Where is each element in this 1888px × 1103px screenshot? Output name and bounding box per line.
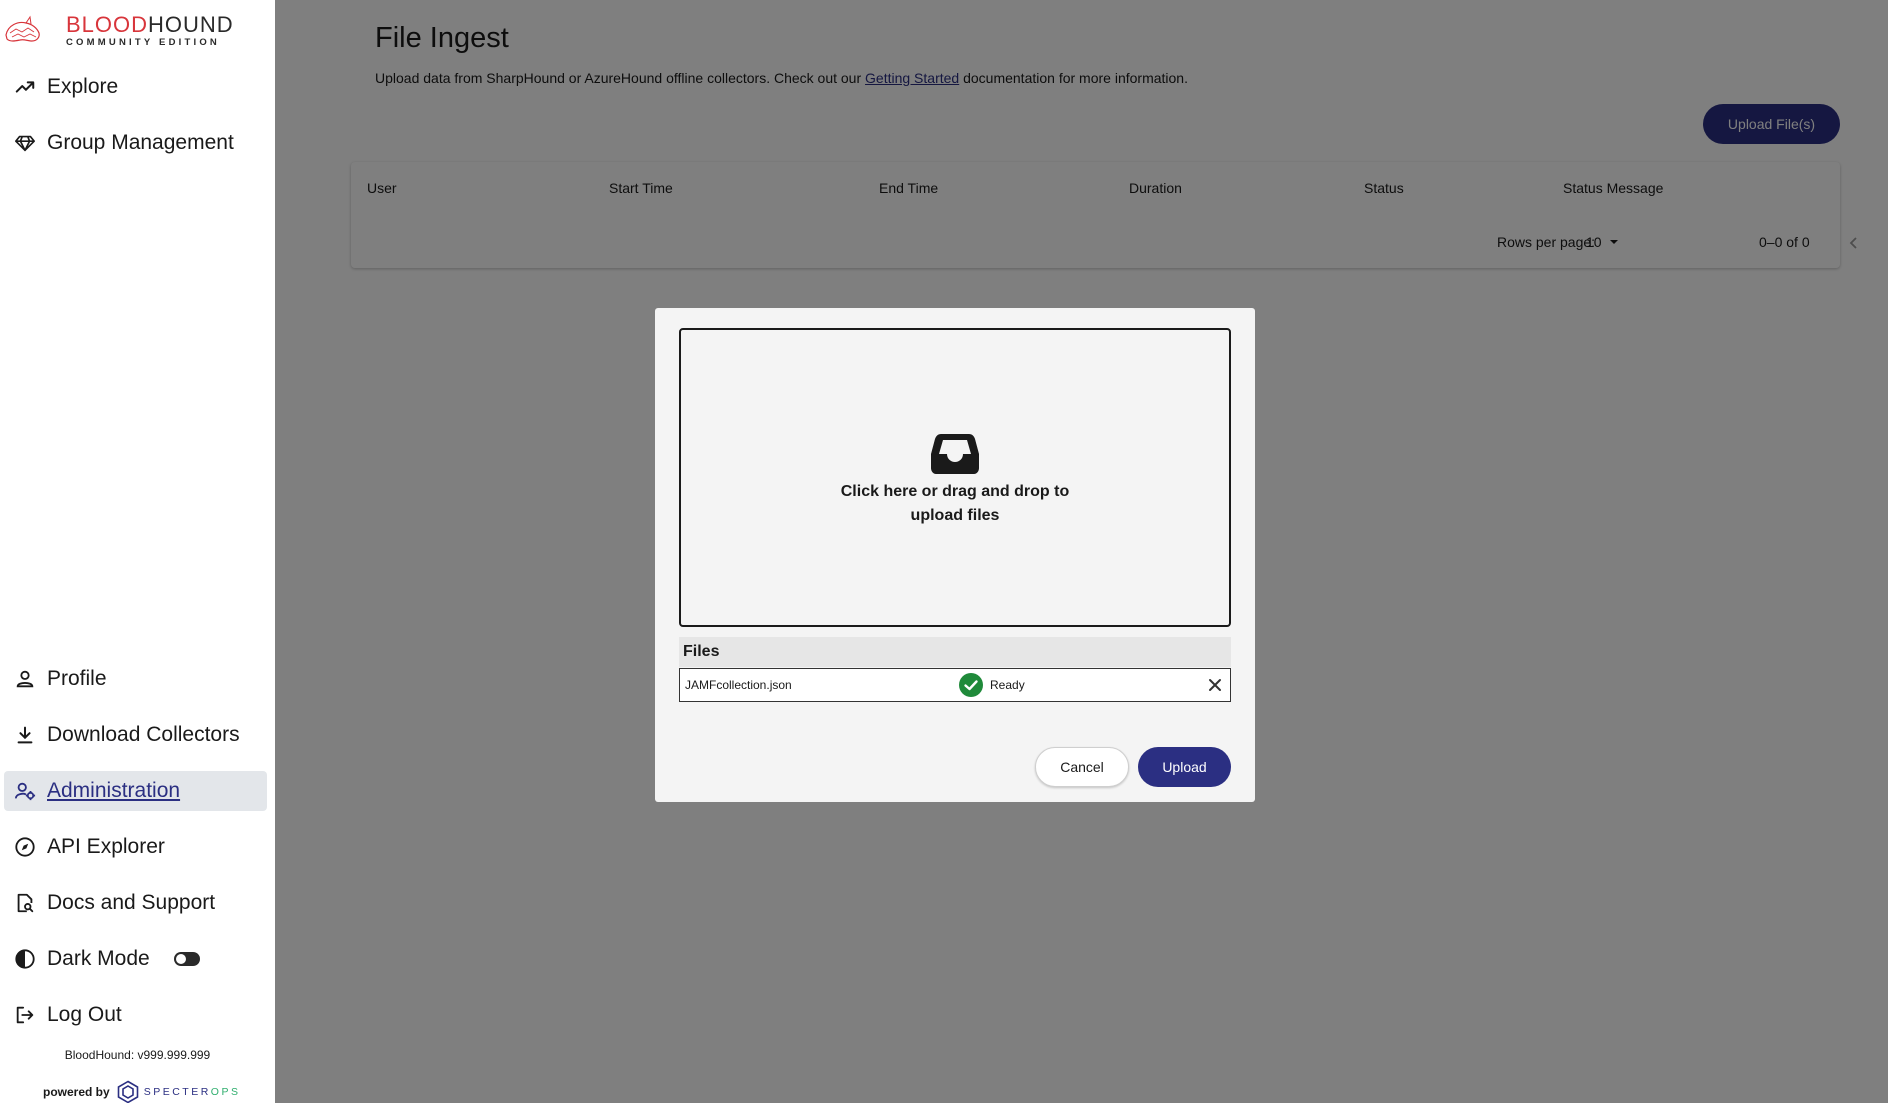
bloodhound-logo-icon <box>5 15 40 42</box>
file-dropzone[interactable]: Click here or drag and drop to upload fi… <box>679 328 1231 627</box>
nav-log-out[interactable]: Log Out <box>4 995 267 1035</box>
doc-search-icon <box>12 890 38 916</box>
app-version: BloodHound: v999.999.999 <box>64 1048 211 1062</box>
specterops-name-b: OPS <box>210 1086 241 1098</box>
file-name: JAMFcollection.json <box>685 678 792 692</box>
nav-administration[interactable]: Administration <box>4 771 267 811</box>
dropzone-text-line1: Click here or drag and drop to <box>840 483 1070 500</box>
brand-subtitle: COMMUNITY EDITION <box>66 37 220 48</box>
specterops-name-a: SPECTER <box>143 1086 211 1098</box>
nav-download-collectors-label: Download Collectors <box>47 723 240 746</box>
app-logo[interactable]: BLOODHOUND COMMUNITY EDITION <box>4 14 234 48</box>
logout-icon <box>12 1002 38 1028</box>
nav-group-management-label: Group Management <box>47 131 234 154</box>
dropzone-text-line2: upload files <box>910 507 1000 524</box>
cancel-button[interactable]: Cancel <box>1035 747 1129 787</box>
brand-name-dark: HOUND <box>148 12 234 37</box>
close-icon[interactable] <box>1207 677 1223 693</box>
contrast-icon <box>12 946 38 972</box>
person-icon <box>12 666 38 692</box>
nav-explore-label: Explore <box>47 75 119 98</box>
nav-docs-and-support[interactable]: Docs and Support <box>4 883 267 923</box>
check-circle-icon <box>959 673 983 697</box>
nav-profile-label: Profile <box>47 667 107 690</box>
dropzone-text: Click here or drag and drop to upload fi… <box>681 480 1229 528</box>
nav-explore[interactable]: Explore <box>4 67 267 107</box>
nav-api-explorer[interactable]: API Explorer <box>4 827 267 867</box>
brand-name-red: BLOOD <box>66 12 149 37</box>
nav-docs-and-support-label: Docs and Support <box>47 891 216 914</box>
file-status: Ready <box>990 678 1025 692</box>
specterops-logo[interactable]: SPECTER OPS <box>116 1080 241 1103</box>
download-icon <box>12 722 38 748</box>
dark-mode-toggle[interactable] <box>173 952 200 966</box>
admin-gear-icon <box>12 778 38 804</box>
nav-profile[interactable]: Profile <box>4 659 267 699</box>
trend-line-icon <box>12 74 38 100</box>
nav-dark-mode-label: Dark Mode <box>47 947 150 970</box>
file-row: JAMFcollection.json Ready <box>679 668 1231 702</box>
nav-api-explorer-label: API Explorer <box>47 835 165 858</box>
files-header: Files <box>679 637 1231 667</box>
nav-log-out-label: Log Out <box>47 1003 122 1026</box>
powered-by-label: powered by <box>43 1085 110 1099</box>
nav-download-collectors[interactable]: Download Collectors <box>4 715 267 755</box>
sidebar: BLOODHOUND COMMUNITY EDITION Explore Gro… <box>0 0 275 1103</box>
upload-button[interactable]: Upload <box>1138 747 1231 787</box>
gem-icon <box>12 130 38 156</box>
powered-by: powered by SPECTER OPS <box>43 1080 240 1103</box>
specterops-hex-icon <box>117 1080 138 1103</box>
nav-dark-mode[interactable]: Dark Mode <box>4 939 267 979</box>
inbox-tray-icon <box>931 434 979 474</box>
nav-administration-label: Administration <box>47 779 181 802</box>
file-upload-dialog: Click here or drag and drop to upload fi… <box>655 308 1255 802</box>
nav-group-management[interactable]: Group Management <box>4 123 267 163</box>
compass-icon <box>12 834 38 860</box>
